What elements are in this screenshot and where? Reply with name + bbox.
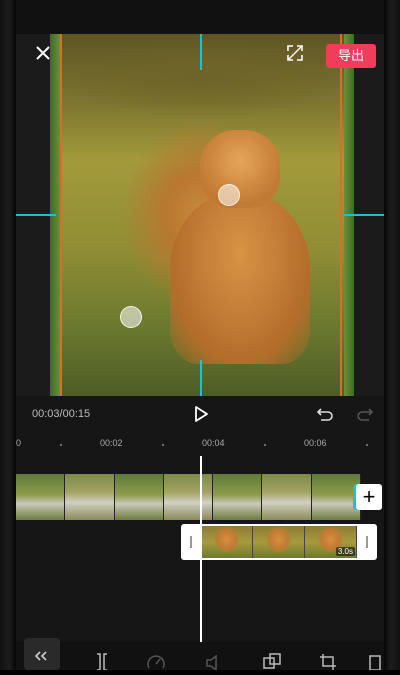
overlay-icon	[263, 653, 281, 669]
back-button[interactable]	[24, 638, 60, 670]
ruler-label: 0	[16, 438, 22, 448]
play-icon	[195, 406, 208, 422]
phone-bezel-left	[0, 0, 16, 670]
track-frame	[262, 474, 312, 520]
redo-button[interactable]	[356, 406, 374, 422]
ruler-tick	[366, 444, 368, 446]
clip-duration: 3.0s	[335, 547, 355, 556]
overlay-frame	[253, 526, 305, 558]
split-button[interactable]	[92, 652, 112, 671]
ruler-tick	[162, 444, 164, 446]
track-frame	[311, 474, 361, 520]
volume-icon	[206, 654, 217, 672]
playhead[interactable]	[200, 456, 202, 642]
crop-button[interactable]	[318, 652, 338, 670]
total-time: 00:15	[62, 408, 91, 420]
main-video-track[interactable]	[16, 474, 361, 520]
close-icon	[36, 46, 50, 60]
ruler-tick	[264, 444, 266, 446]
bottom-toolbar	[16, 638, 384, 672]
crop-guide-right	[340, 34, 342, 396]
time-readout: 00:03/00:15	[32, 408, 90, 420]
track-frame	[163, 474, 214, 520]
ruler-label: 00:04	[202, 438, 225, 448]
crop-icon	[320, 654, 336, 670]
phone: 导出 00:03/00:15 0 00:02 00:04 00:06 + 3.0…	[0, 0, 400, 672]
track-frame	[114, 474, 164, 520]
touch-indicator	[218, 184, 240, 206]
center-guide-left	[16, 214, 56, 216]
more-icon	[369, 655, 381, 671]
fullscreen-icon	[287, 45, 303, 61]
more-button[interactable]	[368, 652, 382, 671]
export-button[interactable]: 导出	[326, 44, 376, 68]
timeline-ruler[interactable]: 0 00:02 00:04 00:06	[16, 434, 384, 456]
close-button[interactable]	[34, 44, 52, 62]
volume-button[interactable]	[204, 652, 224, 672]
dog-photo[interactable]	[50, 34, 354, 396]
trim-handle-right[interactable]	[357, 524, 377, 560]
dog-body	[170, 194, 310, 364]
phone-bezel-right	[384, 0, 400, 670]
speed-button[interactable]	[146, 652, 166, 670]
ruler-label: 00:06	[304, 438, 327, 448]
back-icon	[34, 651, 47, 661]
overlay-frame	[201, 526, 253, 558]
ruler-label: 00:02	[100, 438, 123, 448]
crop-guide-left	[60, 34, 62, 396]
center-guide-top	[200, 34, 202, 70]
track-frame	[213, 474, 263, 520]
play-button[interactable]	[192, 404, 210, 424]
overlay-button[interactable]	[262, 652, 282, 670]
center-guide-bottom	[200, 360, 202, 396]
undo-button[interactable]	[316, 406, 334, 422]
fullscreen-button[interactable]	[286, 44, 304, 62]
video-preview[interactable]	[16, 34, 384, 396]
split-icon	[97, 653, 107, 671]
dog-head	[200, 130, 280, 208]
trim-handle-left[interactable]	[181, 524, 201, 560]
touch-indicator	[120, 306, 142, 328]
overlay-thumbnails	[201, 526, 357, 558]
grip-icon	[190, 536, 192, 548]
undo-icon	[316, 408, 333, 421]
editor-screen: 导出 00:03/00:15 0 00:02 00:04 00:06 + 3.0…	[16, 0, 384, 672]
speed-icon	[147, 655, 165, 669]
overlay-clip[interactable]: 3.0s	[181, 524, 377, 560]
ruler-tick	[60, 444, 62, 446]
add-clip-button[interactable]: +	[356, 484, 382, 510]
playback-controls: 00:03/00:15	[16, 396, 384, 434]
current-time: 00:03	[32, 408, 60, 420]
center-guide-right	[344, 214, 384, 216]
status-bar	[16, 0, 384, 34]
track-frame	[65, 474, 115, 520]
redo-icon	[357, 408, 374, 421]
track-frame	[16, 474, 66, 520]
grip-icon	[366, 536, 368, 548]
